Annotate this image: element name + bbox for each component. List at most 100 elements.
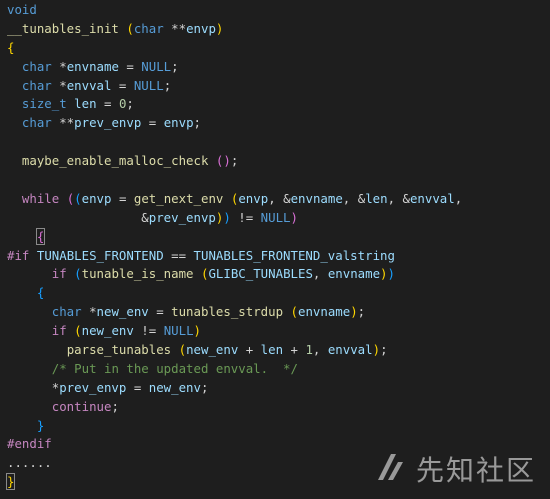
code-line[interactable]: { [7, 227, 462, 247]
code-line[interactable]: char *envval = NULL; [7, 77, 462, 96]
code-token: , [312, 266, 328, 282]
code-token: != [230, 209, 261, 225]
code-line[interactable]: /* Put in the updated envval. */ [7, 360, 462, 379]
code-token: NULL [163, 323, 194, 339]
code-token: envp [186, 20, 216, 36]
code-line[interactable]: } [7, 417, 462, 436]
code-token: prev_envp [59, 379, 127, 395]
code-token: ** [51, 115, 75, 131]
code-token: ) [223, 153, 231, 169]
code-token: __tunables_init [7, 20, 119, 36]
code-token: if [51, 266, 67, 282]
code-token: TUNABLES_FRONTEND_valstring [193, 247, 395, 263]
code-token: = [126, 379, 149, 395]
code-token: new_env [81, 323, 134, 339]
code-token: ) [380, 266, 388, 282]
code-token: = [111, 77, 134, 93]
code-token: TUNABLES_FRONTEND [36, 247, 164, 263]
code-token: } [36, 417, 45, 433]
code-token: NULL [133, 77, 164, 93]
code-line[interactable]: if (tunable_is_name (GLIBC_TUNABLES, env… [7, 265, 462, 284]
code-line[interactable]: while ((envp = get_next_env (envp, &envn… [7, 190, 462, 209]
code-token: char [21, 115, 52, 131]
code-token: ; [357, 304, 366, 320]
code-token: envname [327, 266, 381, 282]
code-line[interactable]: char *new_env = tunables_strdup (envname… [7, 303, 462, 322]
code-token: ; [171, 58, 179, 74]
code-line[interactable]: *prev_envp = new_env; [7, 379, 462, 398]
code-token: if [51, 323, 67, 339]
xianzhi-logo-icon [374, 450, 408, 489]
code-token: { [7, 39, 15, 55]
code-line[interactable]: __tunables_init (char **envp) [7, 20, 462, 39]
code-line[interactable]: continue; [7, 398, 462, 417]
code-text[interactable]: void __tunables_init (char **envp){ char … [5, 1, 462, 492]
code-line[interactable]: &prev_envp)) != NULL) [7, 209, 462, 228]
code-line[interactable]: parse_tunables (new_env + len + 1, envva… [7, 341, 462, 360]
code-token: , & [342, 190, 366, 206]
code-editor[interactable]: void __tunables_init (char **envp){ char … [0, 0, 550, 499]
code-token: prev_envp [148, 209, 216, 225]
code-token: prev_envp [74, 115, 142, 131]
code-token: ( [74, 323, 82, 339]
code-token: ) [350, 304, 358, 320]
code-token: ; [163, 77, 172, 93]
code-token: ) [193, 323, 201, 339]
code-token: ; [193, 115, 201, 131]
code-token: & [7, 209, 149, 225]
code-token: , & [387, 190, 410, 206]
code-token: char [21, 58, 52, 74]
code-line[interactable]: maybe_enable_malloc_check (); [7, 152, 462, 171]
code-token: ; [126, 96, 134, 112]
code-token: envval [327, 342, 373, 358]
code-token: != [133, 323, 164, 339]
code-token: tunable_is_name [81, 266, 194, 282]
code-line[interactable]: size_t len = 0; [7, 95, 462, 114]
code-line[interactable] [7, 133, 462, 152]
code-token: /* Put in the updated envval. */ [51, 360, 298, 376]
code-token: get_next_env [133, 190, 224, 206]
code-token: new_env [186, 342, 239, 358]
code-token: char [21, 77, 52, 93]
code-token: ) [387, 266, 395, 282]
code-line[interactable]: if (new_env != NULL) [7, 322, 462, 341]
code-token: == [163, 247, 194, 263]
code-token: ( [74, 190, 82, 206]
code-token: ( [290, 304, 298, 320]
code-token: = [111, 190, 134, 206]
code-token: ) [372, 342, 381, 358]
code-token: { [35, 227, 46, 245]
code-token: char [133, 20, 164, 36]
code-token: ) [215, 20, 224, 36]
code-token: len [260, 342, 284, 358]
code-line[interactable]: { [7, 39, 462, 58]
code-token: } [5, 473, 16, 491]
code-token: maybe_enable_malloc_check [21, 153, 209, 169]
code-token: ( [74, 266, 82, 282]
code-token: envval [409, 190, 455, 206]
code-token: { [36, 285, 45, 301]
code-line[interactable]: { [7, 284, 462, 303]
code-token: len [74, 96, 97, 112]
code-token: #endif [7, 436, 52, 452]
code-line[interactable]: void [7, 1, 462, 20]
code-line[interactable] [7, 171, 462, 190]
code-line[interactable]: #if TUNABLES_FRONTEND == TUNABLES_FRONTE… [7, 247, 462, 266]
code-token: ; [200, 379, 209, 395]
code-line[interactable]: char *envname = NULL; [7, 58, 462, 77]
code-token: , & [268, 190, 291, 206]
code-line[interactable]: char **prev_envp = envp; [7, 114, 462, 133]
code-token: + [283, 342, 306, 358]
